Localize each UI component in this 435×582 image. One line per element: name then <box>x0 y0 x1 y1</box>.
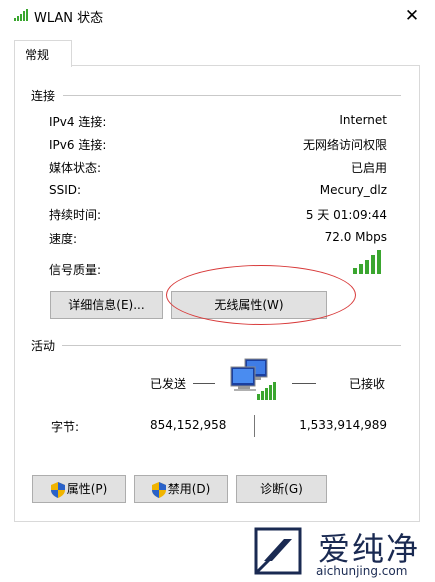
bytes-separator <box>254 415 255 437</box>
watermark-url: aichunjing.com <box>316 564 408 578</box>
ipv6-label: IPv6 连接: <box>49 138 107 152</box>
speed-label: 速度: <box>49 232 78 246</box>
details-button[interactable]: 详细信息(E)... <box>50 291 163 319</box>
uac-shield-icon <box>151 481 166 498</box>
sent-line <box>193 383 215 384</box>
activity-section-label: 活动 <box>31 339 56 353</box>
duration-value: 5 天 01:09:44 <box>305 208 387 222</box>
tab-general[interactable]: 常规 <box>14 40 72 67</box>
close-button[interactable]: ✕ <box>396 1 428 31</box>
signal-quality-label: 信号质量: <box>49 263 102 277</box>
ipv6-value: 无网络访问权限 <box>302 138 387 152</box>
bytes-label: 字节: <box>51 420 80 434</box>
network-computers-icon <box>230 358 276 400</box>
watermark-logo-icon <box>254 527 302 575</box>
properties-button-label: 属性(P) <box>66 482 108 496</box>
duration-label: 持续时间: <box>49 208 102 222</box>
received-line <box>292 383 316 384</box>
properties-button[interactable]: 属性(P) <box>32 475 126 503</box>
tab-general-label: 常规 <box>25 48 50 62</box>
ipv4-value: Internet <box>339 113 387 127</box>
uac-shield-icon <box>50 481 65 498</box>
ssid-label: SSID: <box>49 183 82 197</box>
ssid-value: Mecury_dlz <box>319 183 387 197</box>
ipv4-label: IPv4 连接: <box>49 115 107 129</box>
speed-value: 72.0 Mbps <box>324 230 387 244</box>
activity-divider <box>62 345 401 346</box>
diagnose-button[interactable]: 诊断(G) <box>236 475 327 503</box>
bytes-sent-value: 854,152,958 <box>150 418 227 432</box>
media-state-label: 媒体状态: <box>49 161 102 175</box>
media-state-value: 已启用 <box>350 161 387 175</box>
connection-section-label: 连接 <box>31 89 56 103</box>
sent-label: 已发送 <box>150 377 187 391</box>
disable-button-label: 禁用(D) <box>167 482 211 496</box>
window-title: WLAN 状态 <box>34 11 104 26</box>
annotation-ellipse <box>166 265 356 325</box>
disable-button[interactable]: 禁用(D) <box>134 475 228 503</box>
received-label: 已接收 <box>349 377 386 391</box>
connection-divider <box>63 95 401 96</box>
signal-strength-icon <box>353 250 381 274</box>
bytes-received-value: 1,533,914,989 <box>299 418 387 432</box>
wifi-signal-icon <box>14 9 28 21</box>
title-bar: WLAN 状态 ✕ <box>0 0 435 34</box>
